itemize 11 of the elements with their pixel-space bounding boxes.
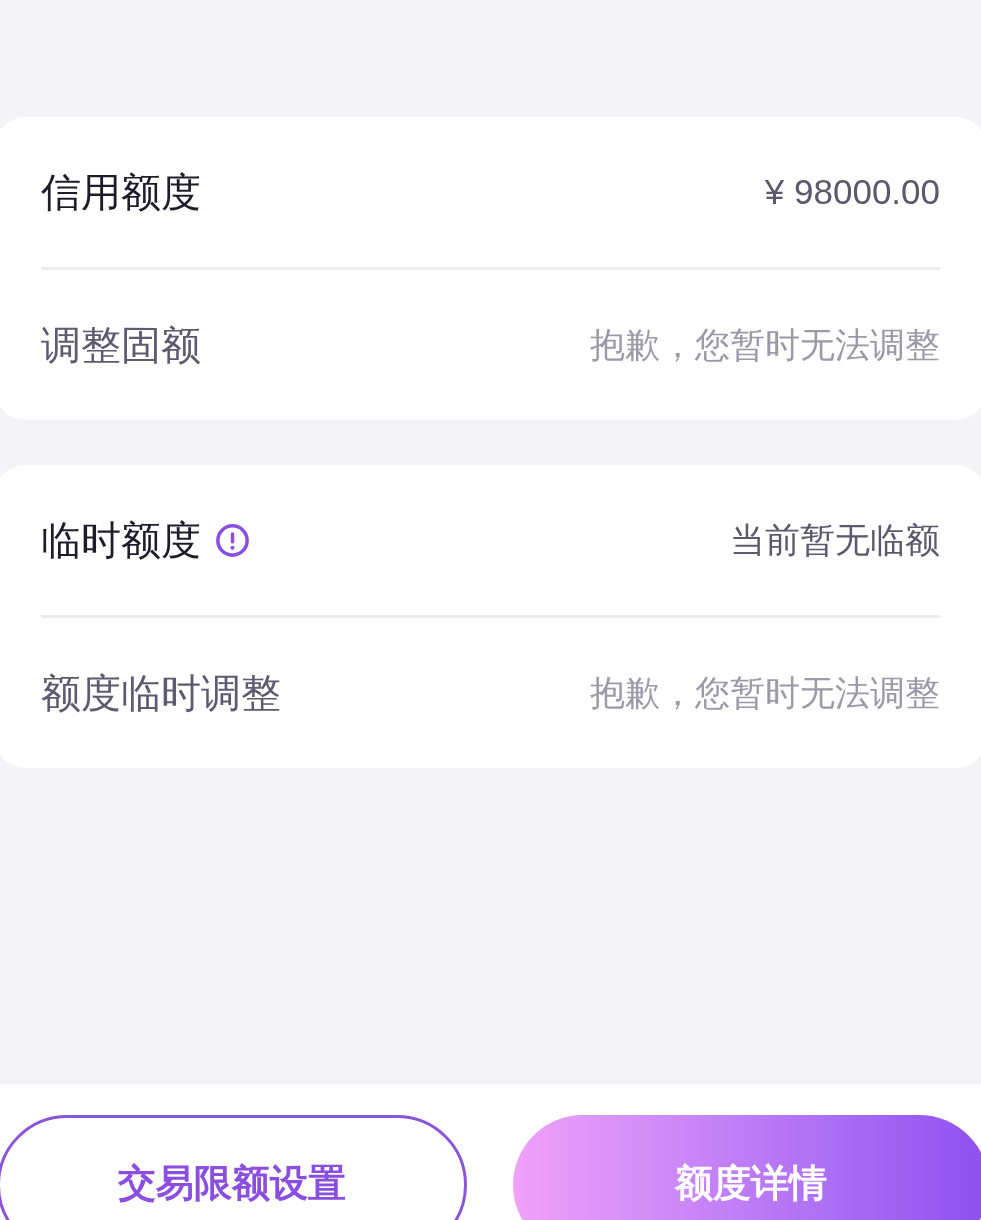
info-icon[interactable] xyxy=(216,523,249,557)
row-label: 调整固额 xyxy=(41,322,201,369)
row-value: 当前暂无临额 xyxy=(730,519,940,561)
details-button[interactable]: 额度详情 xyxy=(513,1115,981,1220)
status-message: 抱歉，您暂时无法调整 xyxy=(590,672,940,714)
limit-settings-button[interactable]: 交易限额设置 xyxy=(0,1115,467,1220)
row-label: 额度临时调整 xyxy=(41,670,281,717)
status-message: 抱歉，您暂时无法调整 xyxy=(590,324,940,366)
row-label: 临时额度 xyxy=(41,517,201,564)
row-label: 信用额度 xyxy=(41,169,201,216)
row-value: ¥ 98000.00 xyxy=(764,171,940,213)
